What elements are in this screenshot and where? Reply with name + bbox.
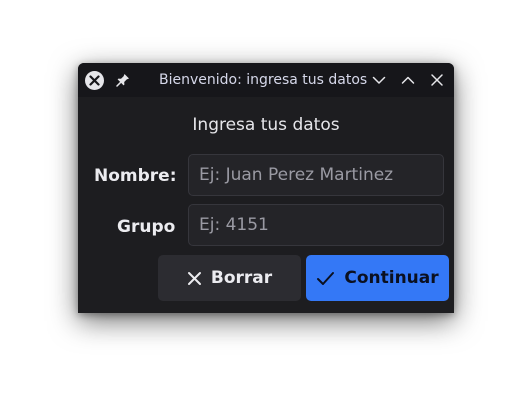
window-close-icon[interactable] — [429, 72, 445, 88]
app-close-icon[interactable] — [85, 71, 104, 90]
nombre-input[interactable] — [188, 154, 444, 196]
nombre-label: Nombre: — [94, 166, 177, 186]
dialog-window: Bienvenido: ingresa tus datos Ingresa tu… — [78, 63, 454, 313]
checkmark-icon — [316, 271, 335, 286]
grupo-input[interactable] — [188, 204, 444, 246]
continuar-label: Continuar — [344, 268, 439, 288]
chevron-down-icon[interactable] — [371, 72, 387, 88]
titlebar: Bienvenido: ingresa tus datos — [78, 63, 454, 97]
form-heading: Ingresa tus datos — [192, 115, 340, 135]
grupo-label: Grupo — [117, 217, 176, 237]
pin-icon[interactable] — [115, 72, 131, 88]
borrar-button[interactable]: Borrar — [158, 255, 301, 301]
borrar-label: Borrar — [210, 268, 273, 288]
x-icon — [187, 271, 202, 286]
chevron-up-icon[interactable] — [400, 72, 416, 88]
window-title: Bienvenido: ingresa tus datos — [159, 72, 368, 88]
continuar-button[interactable]: Continuar — [306, 255, 449, 301]
